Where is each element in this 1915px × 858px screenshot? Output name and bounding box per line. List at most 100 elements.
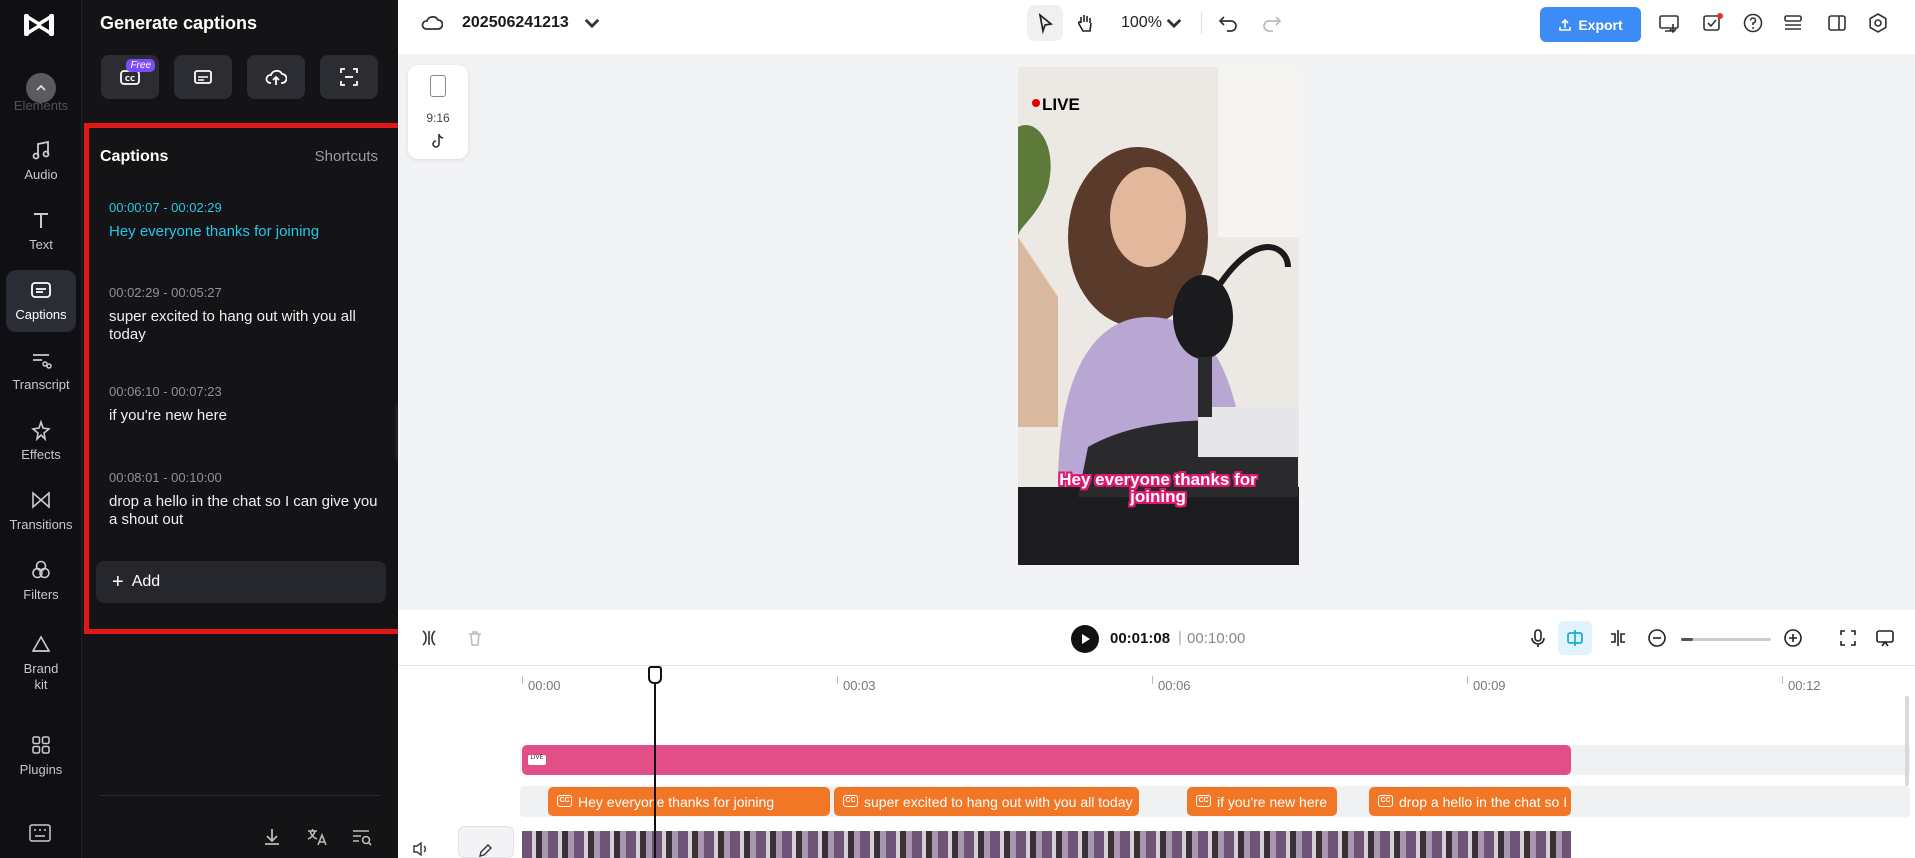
- hand-tool[interactable]: [1073, 11, 1097, 35]
- help-icon: [1743, 13, 1763, 33]
- current-time: 00:01:08: [1110, 630, 1171, 647]
- ruler-tick: [837, 676, 838, 684]
- volume-icon[interactable]: [412, 841, 430, 857]
- translate-icon[interactable]: [305, 825, 329, 849]
- auto-snap-button[interactable]: [1558, 621, 1592, 655]
- chevron-down-icon: [1166, 18, 1182, 29]
- caption-display-icon[interactable]: [1875, 628, 1895, 648]
- phone-ratio-icon: [430, 75, 446, 97]
- overlay-clip[interactable]: LIVE: [522, 745, 1571, 775]
- caption-clip[interactable]: CC drop a hello in the chat so I: [1369, 787, 1571, 816]
- fullscreen-icon[interactable]: [1838, 628, 1858, 648]
- project-menu-button[interactable]: [580, 11, 604, 35]
- split-icon[interactable]: [420, 629, 438, 647]
- rail-item-label: Elements: [13, 98, 69, 113]
- effects-sparkle-icon: [31, 419, 51, 441]
- trash-icon[interactable]: [466, 629, 484, 647]
- rail-item-captions[interactable]: Captions: [6, 270, 76, 332]
- playhead-handle[interactable]: [648, 666, 662, 684]
- caption-clip[interactable]: CC Hey everyone thanks for joining: [548, 787, 830, 816]
- filters-icon: [32, 560, 50, 579]
- zoom-menu-button[interactable]: [1162, 11, 1186, 35]
- scan-captions-button[interactable]: [320, 55, 378, 99]
- rail-item-brand-kit[interactable]: Brand kit: [6, 625, 76, 701]
- gear-icon: [1869, 13, 1887, 33]
- undo-button[interactable]: [1216, 11, 1240, 35]
- panel-toggle-button[interactable]: [1825, 11, 1849, 35]
- layers-button[interactable]: [1781, 11, 1805, 35]
- video-preview[interactable]: LIVE Hey everyone thanks for joining: [1018, 67, 1299, 565]
- timeline-scrollbar[interactable]: [1905, 696, 1909, 786]
- pencil-icon: [479, 844, 492, 857]
- zoom-out-icon[interactable]: [1647, 628, 1667, 648]
- present-button[interactable]: [1657, 11, 1681, 35]
- zoom-in-icon[interactable]: [1783, 628, 1803, 648]
- caption-clip-label: super excited to hang out with you all t…: [864, 793, 1133, 810]
- rail-item-transcript[interactable]: Transcript: [6, 340, 76, 402]
- settings-button[interactable]: [1866, 11, 1890, 35]
- free-badge: Free: [126, 59, 155, 72]
- play-button[interactable]: [1071, 625, 1099, 653]
- manual-captions-button[interactable]: [174, 55, 232, 99]
- rail-item-elements[interactable]: Elements: [6, 70, 76, 114]
- rail-item-label: Audio: [24, 167, 58, 182]
- highlight-frame: [84, 123, 410, 634]
- rail-item-label: Filters: [23, 587, 59, 602]
- captions-icon: [31, 282, 51, 298]
- auto-captions-button[interactable]: CC Free: [101, 55, 159, 99]
- cc-icon: CC: [843, 795, 858, 807]
- rail-item-plugins[interactable]: Plugins: [6, 725, 76, 787]
- capcut-logo-icon[interactable]: [22, 10, 56, 40]
- transitions-icon: [32, 491, 50, 509]
- caption-clip-label: Hey everyone thanks for joining: [578, 793, 775, 810]
- rail-item-label: Plugins: [19, 762, 63, 777]
- rail-item-label: Effects: [21, 447, 61, 462]
- rail-item-audio[interactable]: Audio: [6, 130, 76, 192]
- find-replace-icon[interactable]: [350, 825, 374, 849]
- sidebar-layout-icon: [1828, 15, 1846, 31]
- panel-title: Generate captions: [100, 13, 258, 33]
- rail-item-filters[interactable]: Filters: [6, 550, 76, 612]
- ruler-label: 00:03: [843, 678, 876, 693]
- cloud-save-button[interactable]: [420, 11, 444, 35]
- ruler-tick: [1467, 676, 1468, 684]
- ruler-tick: [1782, 676, 1783, 684]
- upload-icon: [1559, 18, 1572, 31]
- timeline[interactable]: 00:00 00:03 00:06 00:09 00:12 LIVE CC He…: [398, 666, 1915, 858]
- edit-cover-button[interactable]: [458, 826, 514, 858]
- monitor-download-icon: [1659, 15, 1679, 34]
- caption-clip[interactable]: CC if you're new here: [1187, 787, 1337, 816]
- rail-item-label: Brand kit: [23, 661, 59, 692]
- music-note-icon: [32, 140, 50, 160]
- timeline-zoom-slider[interactable]: [1681, 638, 1771, 641]
- download-icon[interactable]: [260, 825, 284, 849]
- total-time: 00:10:00: [1187, 630, 1246, 647]
- live-dot-icon: [1032, 99, 1040, 107]
- zoom-level[interactable]: 100%: [1121, 14, 1162, 32]
- rail-item-label: Transcript: [12, 377, 70, 392]
- upload-captions-button[interactable]: [247, 55, 305, 99]
- left-rail: Elements Audio Text Captions Transcript …: [0, 0, 82, 858]
- aspect-ratio-card[interactable]: 9:16: [408, 65, 468, 159]
- export-button[interactable]: Export: [1540, 7, 1641, 42]
- rail-item-text[interactable]: Text: [6, 200, 76, 262]
- clip-thumbnail: LIVE: [528, 755, 546, 765]
- video-clip-strip[interactable]: [522, 831, 1571, 858]
- transcript-icon: [33, 354, 52, 369]
- rail-item-transitions[interactable]: Transitions: [6, 480, 76, 542]
- rail-item-effects[interactable]: Effects: [6, 410, 76, 472]
- project-name[interactable]: 202506241213: [462, 14, 569, 32]
- microphone-icon[interactable]: [1528, 628, 1548, 648]
- help-button[interactable]: [1741, 11, 1765, 35]
- keyboard-icon[interactable]: [28, 822, 52, 844]
- notifications-button[interactable]: [1700, 11, 1724, 35]
- playhead[interactable]: [654, 666, 656, 858]
- pointer-tool[interactable]: [1033, 11, 1057, 35]
- export-label: Export: [1578, 16, 1623, 33]
- redo-button[interactable]: [1260, 11, 1284, 35]
- cloud-upload-icon: [265, 69, 287, 85]
- caption-clip-label: if you're new here: [1217, 793, 1328, 810]
- caption-clip[interactable]: CC super excited to hang out with you al…: [834, 787, 1139, 816]
- split-clip-icon[interactable]: [1608, 628, 1628, 648]
- video-caption-overlay[interactable]: Hey everyone thanks for joining: [1038, 471, 1278, 505]
